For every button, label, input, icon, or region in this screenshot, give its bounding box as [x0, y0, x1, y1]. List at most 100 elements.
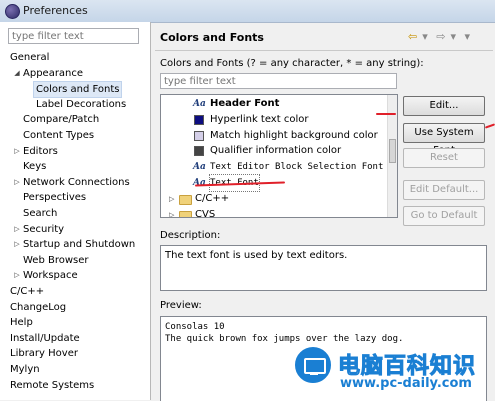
tree-item[interactable]: Mylyn — [0, 362, 150, 377]
collapsed-arrow-icon[interactable]: ▷ — [13, 237, 21, 252]
tree-item-label: Compare/Patch — [23, 114, 100, 126]
tree-item-label: Appearance — [23, 67, 84, 79]
tree-item[interactable]: ▷ Network Connections — [0, 175, 150, 190]
collapsed-arrow-icon[interactable]: ▷ — [13, 222, 21, 237]
back-arrow-icon[interactable]: ⇦ — [408, 30, 417, 43]
tree-item[interactable]: General — [0, 50, 150, 65]
tree-item[interactable]: C/C++ — [0, 284, 150, 299]
edit-button[interactable]: Edit... — [403, 96, 485, 116]
tree-item[interactable]: Web Browser — [0, 253, 150, 268]
colors-filter-input[interactable] — [160, 73, 397, 89]
list-item-label: CVS — [195, 208, 216, 218]
list-item-label: Match highlight background color — [210, 129, 378, 141]
preferences-tree-pane: General◢AppearanceColors and FontsLabel … — [0, 22, 151, 400]
tree-item[interactable]: ▷ Startup and Shutdown — [0, 237, 150, 252]
preview-sample-text: The quick brown fox jumps over the lazy … — [165, 334, 404, 344]
collapsed-arrow-icon[interactable]: ▷ — [13, 268, 21, 283]
tree-filter-input[interactable] — [8, 28, 139, 44]
annotation-mark-edit — [376, 113, 396, 115]
tree-item[interactable]: ChangeLog — [0, 300, 150, 315]
list-item[interactable]: Qualifier information color — [161, 143, 387, 159]
reset-button[interactable]: Reset — [403, 148, 485, 168]
tree-item[interactable]: Label Decorations — [0, 97, 150, 112]
description-box: The text font is used by text editors. — [160, 245, 487, 291]
tree-item[interactable]: ▷ Security — [0, 222, 150, 237]
use-system-font-button[interactable]: Use System Font — [403, 123, 485, 156]
tree-item[interactable]: ▷ Workspace — [0, 268, 150, 283]
expanded-arrow-icon[interactable]: ◢ — [13, 66, 21, 81]
forward-arrow-icon[interactable]: ⇨ — [436, 30, 445, 43]
tree-item[interactable]: Keys — [0, 159, 150, 174]
preview-font-name: Consolas 10 — [165, 322, 225, 332]
list-item[interactable]: ▷ C/C++ — [161, 191, 387, 207]
tree-item-label: Content Types — [23, 130, 95, 141]
list-item-label: C/C++ — [195, 192, 230, 204]
list-item[interactable]: Aa Text Editor Block Selection Font — [161, 159, 387, 175]
tree-item[interactable]: ◢ Appearance — [0, 66, 150, 81]
tree-item-label: Help — [10, 317, 33, 329]
list-item-label: Hyperlink text color — [210, 113, 309, 125]
tree-item-label: ChangeLog — [10, 301, 67, 313]
watermark-monitor-icon — [292, 344, 334, 386]
preview-label: Preview: — [160, 300, 202, 311]
filter-description: Colors and Fonts (? = any character, * =… — [160, 58, 424, 69]
tree-item-label: Remote Systems — [10, 379, 95, 391]
tree-item[interactable]: Search — [0, 206, 150, 221]
tree-item[interactable]: Compare/Patch — [0, 112, 150, 127]
header-divider — [155, 50, 493, 51]
eclipse-app-icon — [5, 4, 20, 19]
list-item[interactable]: Aa Header Font — [161, 96, 387, 112]
color-swatch-icon — [194, 146, 204, 157]
watermark-url: www.pc-daily.com — [340, 376, 472, 391]
collapsed-arrow-icon[interactable]: ▷ — [13, 175, 21, 190]
list-item[interactable]: Match highlight background color — [161, 128, 387, 144]
back-dropdown-icon[interactable]: ▾ — [422, 30, 428, 43]
tree-item-label: Network Connections — [23, 176, 130, 188]
tree-item-label: C/C++ — [10, 286, 45, 297]
list-item-label: Qualifier information color — [210, 145, 342, 157]
page-title: Colors and Fonts — [160, 31, 264, 44]
list-item-label: Header Font — [210, 98, 280, 109]
list-item[interactable]: ▷ CVS — [161, 207, 387, 218]
window-title: Preferences — [23, 4, 88, 17]
title-bar: Preferences — [0, 0, 495, 23]
color-swatch-icon — [194, 114, 204, 125]
font-icon: Aa — [193, 162, 206, 173]
tree-item[interactable]: Perspectives — [0, 190, 150, 205]
folder-icon — [179, 210, 192, 217]
collapsed-arrow-icon[interactable]: ▷ — [169, 207, 174, 217]
tree-item-label: Perspectives — [23, 192, 87, 204]
tree-item[interactable]: ▷ Editors — [0, 144, 150, 159]
folder-icon — [179, 194, 192, 205]
tree-item-label: Editors — [23, 145, 58, 157]
tree-item[interactable]: Colors and Fonts — [0, 81, 150, 99]
collapsed-arrow-icon[interactable]: ▷ — [13, 144, 21, 159]
view-menu-icon[interactable]: ▾ — [465, 30, 471, 43]
tree-item[interactable]: Install/Update — [0, 331, 150, 346]
edit-default-button[interactable]: Edit Default... — [403, 180, 485, 200]
tree-item-label: Install/Update — [10, 332, 80, 344]
annotation-mark-system-font — [484, 123, 495, 129]
tree-item-label: General — [10, 52, 50, 63]
tree-item-label: Startup and Shutdown — [23, 239, 136, 251]
tree-item[interactable]: Help — [0, 315, 150, 330]
tree-item[interactable]: Remote Systems — [0, 378, 150, 393]
description-label: Description: — [160, 230, 221, 241]
description-text: The text font is used by text editors. — [165, 250, 348, 261]
tree-item[interactable]: Content Types — [0, 128, 150, 143]
tree-item-label: Web Browser — [23, 254, 89, 266]
list-item[interactable]: Hyperlink text color — [161, 112, 387, 128]
tree-item-label: Library Hover — [10, 348, 78, 360]
list-item-label: Text Editor Block Selection Font — [210, 162, 384, 173]
collapsed-arrow-icon[interactable]: ▷ — [169, 191, 174, 207]
tree-item-label: Keys — [23, 161, 47, 173]
forward-dropdown-icon[interactable]: ▾ — [450, 30, 456, 43]
tree-item[interactable]: Library Hover — [0, 346, 150, 361]
scrollbar-thumb[interactable] — [389, 139, 396, 163]
go-to-default-button[interactable]: Go to Default — [403, 206, 485, 226]
tree-item-label: Security — [23, 223, 65, 235]
tree-item-label: Label Decorations — [36, 98, 127, 110]
tree-item-label: Search — [23, 208, 58, 219]
tree-item-label: Mylyn — [10, 364, 40, 375]
font-icon: Aa — [193, 178, 206, 188]
